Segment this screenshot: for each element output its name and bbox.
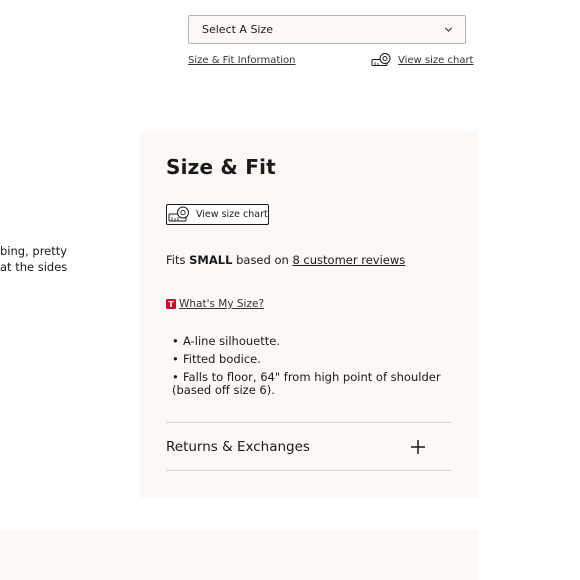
plus-icon [411, 439, 425, 454]
list-item: • Falls to floor, 64" from high point of … [172, 370, 441, 397]
product-description-fragment: bing, pretty at the sides [0, 243, 67, 275]
size-select-label: Select A Size [202, 23, 274, 36]
size-fit-panel: Size & Fit View size chart Fits SMALL ba… [140, 131, 478, 498]
description-line: bing, pretty [0, 244, 68, 258]
list-item-text: A-line silhouette. [183, 334, 280, 348]
size-fit-information-link[interactable]: Size & Fit Information [188, 55, 295, 66]
view-size-chart-label: View size chart [398, 54, 474, 66]
brand-badge-icon: T [166, 299, 176, 309]
fit-size-value: SMALL [189, 253, 233, 267]
view-size-chart-link[interactable]: View size chart [371, 53, 473, 67]
tape-measure-icon [371, 53, 391, 66]
tape-measure-icon [168, 206, 189, 222]
whats-my-size-label: What's My Size? [179, 298, 265, 310]
description-line: at the sides [0, 260, 68, 274]
view-size-chart-button[interactable]: View size chart [166, 204, 269, 225]
fit-summary: Fits SMALL based on 8 customer reviews [166, 253, 405, 267]
chevron-down-icon [444, 27, 453, 32]
list-item: • Fitted bodice. [172, 352, 261, 366]
fit-details-list: • A-line silhouette. • Fitted bodice. • Fal… [172, 335, 462, 402]
whats-my-size-link[interactable]: T What's My Size? [166, 298, 264, 310]
panel-title: Size & Fit [166, 155, 276, 179]
customer-reviews-link[interactable]: 8 customer reviews [292, 253, 405, 267]
list-item: • A-line silhouette. [172, 334, 280, 348]
fit-middle: based on [232, 253, 293, 267]
bottom-section-background [0, 530, 478, 580]
divider [166, 470, 452, 471]
fit-prefix: Fits [166, 253, 190, 267]
list-item-text: Falls to floor, 64" from high point of s… [172, 370, 441, 397]
size-select[interactable]: Select A Size [188, 15, 466, 44]
view-size-chart-button-label: View size chart [196, 209, 268, 220]
returns-exchanges-accordion[interactable]: Returns & Exchanges [166, 423, 452, 470]
list-item-text: Fitted bodice. [183, 352, 261, 366]
returns-exchanges-label: Returns & Exchanges [166, 438, 310, 455]
